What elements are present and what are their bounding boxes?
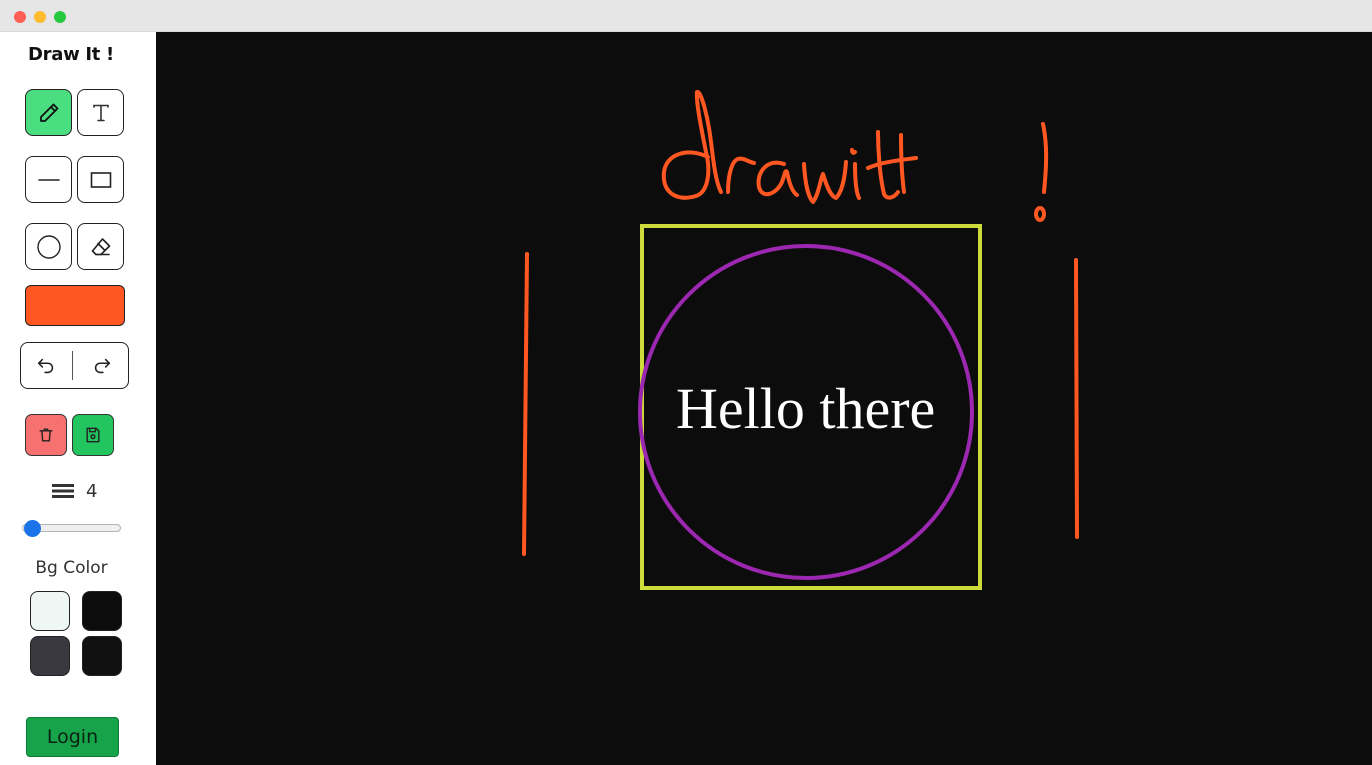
- rectangle-icon: [90, 171, 111, 188]
- bg-color-label: Bg Color: [35, 558, 108, 578]
- toolbar-sidebar: Draw It ! 4 Bg Color Login: [0, 32, 156, 765]
- undo-redo-divider: [72, 351, 73, 380]
- save-button[interactable]: [72, 414, 114, 456]
- zoom-window-button[interactable]: [54, 11, 66, 23]
- stroke-color-picker[interactable]: [25, 285, 125, 326]
- drawing-canvas[interactable]: Hello there: [156, 32, 1372, 765]
- undo-redo-group: [20, 342, 129, 389]
- circle-tool-button[interactable]: [25, 223, 72, 270]
- redo-button[interactable]: [77, 343, 127, 388]
- trash-icon: [39, 428, 53, 442]
- undo-button[interactable]: [21, 343, 71, 388]
- redo-icon: [94, 358, 111, 373]
- bg-color-option-light[interactable]: [30, 591, 70, 631]
- app-title: Draw It !: [28, 44, 114, 65]
- undo-icon: [37, 358, 54, 373]
- stroke-width-slider[interactable]: [22, 520, 121, 537]
- line-icon: [37, 178, 60, 181]
- close-window-button[interactable]: [14, 11, 26, 23]
- pencil-tool-button[interactable]: [25, 89, 72, 136]
- text-icon: [92, 104, 109, 121]
- stroke-width-indicator: 4: [52, 480, 97, 502]
- bg-color-option-dark[interactable]: [82, 636, 122, 676]
- lines-icon: [52, 484, 74, 498]
- clear-canvas-button[interactable]: [25, 414, 67, 456]
- pencil-icon: [39, 103, 58, 122]
- title-bar: [0, 0, 1372, 32]
- slider-thumb[interactable]: [24, 520, 42, 537]
- stroke-width-value: 4: [86, 480, 98, 502]
- save-icon: [86, 427, 100, 443]
- drawn-line-left: [522, 252, 529, 556]
- handwritten-draw-it: [661, 89, 1049, 222]
- eraser-icon: [91, 237, 110, 255]
- line-tool-button[interactable]: [25, 156, 72, 203]
- rectangle-tool-button[interactable]: [77, 156, 124, 203]
- bg-color-option-gray[interactable]: [30, 636, 70, 676]
- text-tool-button[interactable]: [77, 89, 124, 136]
- drawing-layer[interactable]: Hello there: [156, 32, 1372, 765]
- canvas-text: Hello there: [676, 376, 935, 441]
- bg-color-option-black[interactable]: [82, 591, 122, 631]
- app-window: Draw It ! 4 Bg Color Login Hello there: [0, 0, 1372, 765]
- circle-icon: [36, 234, 61, 259]
- login-button[interactable]: Login: [26, 717, 119, 757]
- minimize-window-button[interactable]: [34, 11, 46, 23]
- eraser-tool-button[interactable]: [77, 223, 124, 270]
- drawn-line-right: [1074, 258, 1079, 539]
